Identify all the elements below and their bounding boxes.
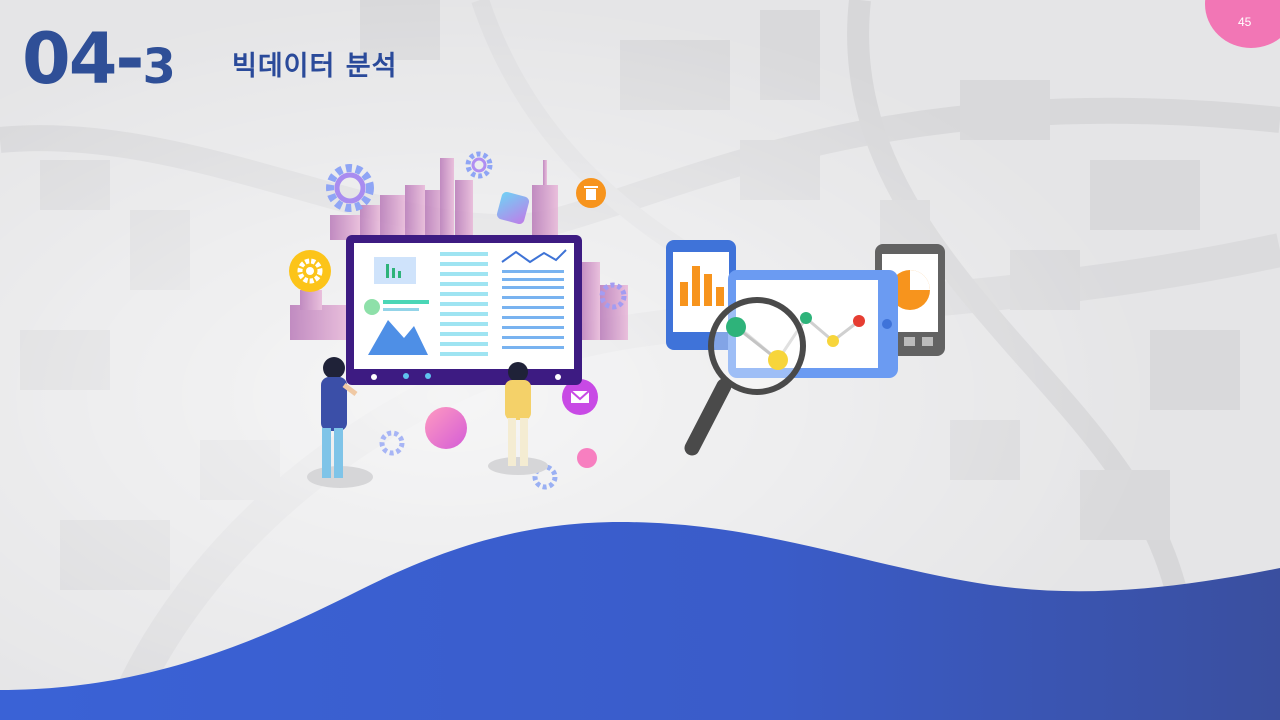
- big-data-illustration: [289, 151, 945, 490]
- dashboard-screen-graphic: [346, 235, 582, 385]
- trash-icon: [576, 178, 606, 208]
- gear-icon: [379, 430, 405, 456]
- gear-icon: [326, 164, 374, 212]
- analytics-devices-graphic: [666, 240, 945, 456]
- settings-badge-icon: [289, 250, 331, 292]
- cube-icon: [496, 191, 530, 225]
- gear-icon: [465, 151, 493, 179]
- bubble-icon: [577, 448, 597, 468]
- bubble-icon: [425, 407, 467, 449]
